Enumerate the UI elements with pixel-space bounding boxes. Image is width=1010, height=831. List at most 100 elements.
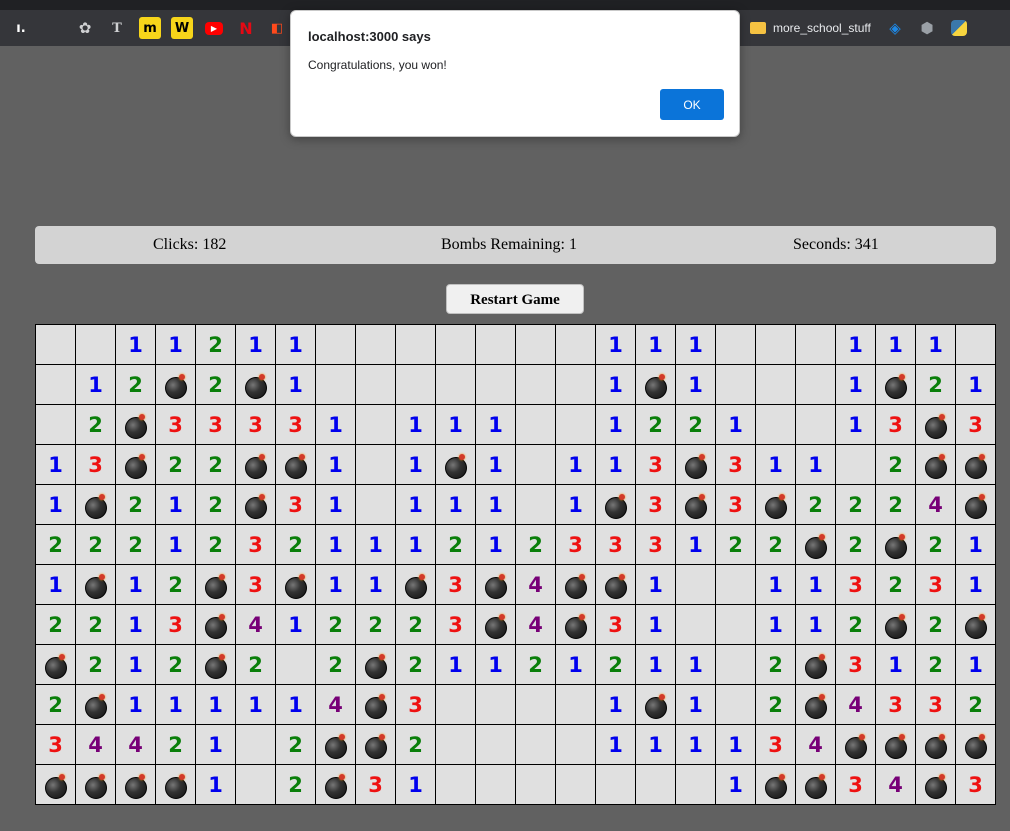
bookmark-azure-icon[interactable]: ◈ — [884, 17, 906, 39]
board-cell[interactable]: 2 — [436, 525, 476, 565]
board-cell[interactable]: 2 — [116, 525, 156, 565]
board-cell[interactable] — [716, 565, 756, 605]
ok-button[interactable]: OK — [660, 89, 724, 120]
board-cell[interactable]: 1 — [836, 405, 876, 445]
board-cell[interactable] — [956, 445, 996, 485]
board-cell[interactable]: 2 — [876, 445, 916, 485]
board-cell[interactable] — [276, 565, 316, 605]
board-cell[interactable]: 1 — [556, 485, 596, 525]
board-cell[interactable]: 3 — [436, 605, 476, 645]
board-cell[interactable]: 2 — [396, 605, 436, 645]
board-cell[interactable] — [36, 405, 76, 445]
board-cell[interactable] — [436, 765, 476, 805]
board-cell[interactable] — [836, 445, 876, 485]
board-cell[interactable] — [516, 685, 556, 725]
board-cell[interactable]: 1 — [36, 565, 76, 605]
board-cell[interactable] — [356, 325, 396, 365]
board-cell[interactable] — [676, 565, 716, 605]
board-cell[interactable] — [796, 525, 836, 565]
board-cell[interactable]: 1 — [596, 725, 636, 765]
board-cell[interactable]: 1 — [676, 365, 716, 405]
board-cell[interactable] — [196, 565, 236, 605]
board-cell[interactable]: 2 — [76, 525, 116, 565]
board-cell[interactable] — [716, 645, 756, 685]
board-cell[interactable]: 1 — [196, 725, 236, 765]
board-cell[interactable]: 1 — [596, 405, 636, 445]
board-cell[interactable]: 3 — [156, 605, 196, 645]
board-cell[interactable] — [916, 445, 956, 485]
board-cell[interactable] — [676, 445, 716, 485]
board-cell[interactable] — [476, 765, 516, 805]
board-cell[interactable] — [796, 765, 836, 805]
board-cell[interactable]: 3 — [156, 405, 196, 445]
board-cell[interactable] — [556, 725, 596, 765]
board-cell[interactable] — [396, 565, 436, 605]
board-cell[interactable] — [116, 405, 156, 445]
board-cell[interactable]: 1 — [316, 565, 356, 605]
board-cell[interactable] — [636, 365, 676, 405]
board-cell[interactable] — [516, 445, 556, 485]
board-cell[interactable]: 3 — [716, 485, 756, 525]
board-cell[interactable]: 1 — [316, 405, 356, 445]
bookmark-python-icon[interactable] — [948, 17, 970, 39]
board-cell[interactable] — [196, 605, 236, 645]
board-cell[interactable] — [716, 365, 756, 405]
board-cell[interactable]: 1 — [36, 445, 76, 485]
board-cell[interactable] — [916, 405, 956, 445]
board-cell[interactable]: 1 — [356, 525, 396, 565]
board-cell[interactable] — [236, 765, 276, 805]
board-cell[interactable]: 1 — [396, 765, 436, 805]
board-cell[interactable]: 3 — [956, 405, 996, 445]
board-cell[interactable] — [556, 325, 596, 365]
board-cell[interactable]: 3 — [76, 445, 116, 485]
board-cell[interactable] — [316, 725, 356, 765]
board-cell[interactable]: 1 — [396, 525, 436, 565]
board-cell[interactable]: 1 — [116, 565, 156, 605]
board-cell[interactable]: 2 — [76, 605, 116, 645]
board-cell[interactable]: 3 — [596, 605, 636, 645]
board-cell[interactable] — [236, 365, 276, 405]
board-cell[interactable]: 1 — [116, 325, 156, 365]
board-cell[interactable]: 2 — [196, 525, 236, 565]
restart-game-button[interactable]: Restart Game — [446, 284, 584, 314]
board-cell[interactable]: 1 — [276, 605, 316, 645]
board-cell[interactable] — [756, 405, 796, 445]
board-cell[interactable] — [516, 485, 556, 525]
board-cell[interactable] — [276, 645, 316, 685]
board-cell[interactable] — [556, 685, 596, 725]
board-cell[interactable]: 2 — [516, 525, 556, 565]
board-cell[interactable]: 3 — [396, 685, 436, 725]
board-cell[interactable]: 1 — [76, 365, 116, 405]
board-cell[interactable]: 3 — [236, 405, 276, 445]
board-cell[interactable] — [716, 325, 756, 365]
board-cell[interactable] — [356, 685, 396, 725]
board-cell[interactable]: 4 — [516, 565, 556, 605]
bookmark-youtube-icon[interactable]: ▶ — [203, 17, 225, 39]
board-cell[interactable] — [476, 605, 516, 645]
board-cell[interactable]: 2 — [196, 445, 236, 485]
board-cell[interactable]: 1 — [836, 365, 876, 405]
board-cell[interactable]: 1 — [876, 645, 916, 685]
board-cell[interactable]: 3 — [916, 685, 956, 725]
board-cell[interactable]: 1 — [636, 325, 676, 365]
board-cell[interactable]: 2 — [876, 565, 916, 605]
board-cell[interactable] — [516, 405, 556, 445]
board-cell[interactable]: 1 — [676, 325, 716, 365]
board-cell[interactable]: 1 — [476, 405, 516, 445]
board-cell[interactable]: 1 — [36, 485, 76, 525]
board-cell[interactable]: 1 — [116, 605, 156, 645]
board-cell[interactable]: 2 — [836, 485, 876, 525]
board-cell[interactable]: 2 — [516, 645, 556, 685]
board-cell[interactable]: 1 — [916, 325, 956, 365]
board-cell[interactable] — [236, 485, 276, 525]
board-cell[interactable]: 3 — [636, 445, 676, 485]
board-cell[interactable]: 1 — [956, 365, 996, 405]
bookmark-office-icon[interactable]: ◧ — [266, 17, 288, 39]
board-cell[interactable] — [36, 765, 76, 805]
board-cell[interactable]: 2 — [676, 405, 716, 445]
board-cell[interactable]: 3 — [876, 405, 916, 445]
board-cell[interactable] — [476, 325, 516, 365]
board-cell[interactable]: 4 — [876, 765, 916, 805]
bookmark-flower-icon[interactable]: ✿ — [74, 17, 96, 39]
board-cell[interactable]: 1 — [716, 725, 756, 765]
